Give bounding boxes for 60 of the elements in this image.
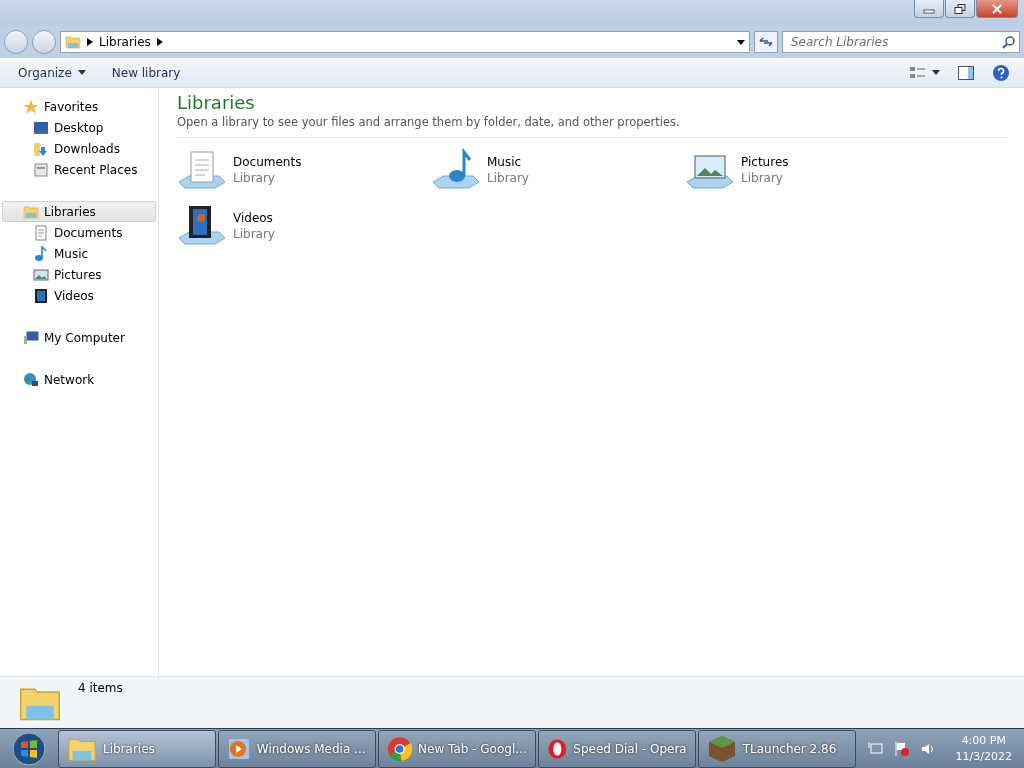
library-name: Videos: [233, 211, 274, 225]
flag-icon[interactable]: [893, 740, 910, 757]
close-icon: [991, 3, 1003, 14]
breadcrumb-link[interactable]: Libraries: [99, 35, 151, 49]
nav-item[interactable]: Desktop: [2, 117, 156, 138]
nav-item[interactable]: Recent Places: [2, 159, 156, 180]
nav-item[interactable]: My Computer: [2, 327, 156, 348]
library-tile[interactable]: Videos Library: [177, 200, 431, 252]
caret-icon: [77, 70, 86, 75]
monitor-icon: [33, 119, 49, 136]
library-name: Documents: [233, 155, 302, 169]
nav-item[interactable]: Network: [2, 369, 156, 390]
film-icon: [33, 287, 49, 304]
item-count: 4 items: [78, 681, 123, 695]
grass-block-icon: [706, 733, 737, 764]
library-tile[interactable]: Documents Library: [177, 144, 431, 196]
nav-item[interactable]: Videos: [2, 285, 156, 306]
library-tile[interactable]: Music Library: [431, 144, 685, 196]
library-type: Library: [233, 171, 276, 185]
nav-item[interactable]: Music: [2, 243, 156, 264]
star-icon: [23, 98, 39, 115]
organize-menu[interactable]: Organize: [8, 61, 96, 84]
nav-item[interactable]: Downloads: [2, 138, 156, 159]
document-icon: [33, 224, 49, 241]
chevron-icon[interactable]: [156, 38, 163, 46]
media-player-icon: [226, 736, 251, 761]
clock[interactable]: 4:00 PM 11/3/2022: [955, 732, 1012, 765]
nav-item[interactable]: Favorites: [2, 96, 156, 117]
music-note-icon: [33, 245, 49, 262]
library-name: Music: [487, 155, 523, 169]
dropdown-icon[interactable]: [737, 39, 745, 45]
nav-item[interactable]: Libraries: [2, 201, 156, 222]
recent-places-icon: [33, 161, 49, 178]
library-tile[interactable]: Pictures Library: [685, 144, 939, 196]
nav-item[interactable]: Pictures: [2, 264, 156, 285]
new-library-button[interactable]: New library: [101, 61, 191, 84]
nav-item[interactable]: Documents: [2, 222, 156, 243]
page-description: Open a library to see your files and arrange them by folder, date, and other properties.: [177, 115, 1006, 138]
search-icon: [1002, 36, 1015, 49]
library-type: Library: [741, 171, 784, 185]
restore-button[interactable]: [945, 0, 975, 18]
library-type: Library: [233, 227, 275, 241]
close-button[interactable]: [976, 0, 1018, 18]
address-bar[interactable]: Libraries: [60, 31, 750, 53]
details-view-icon: [910, 65, 926, 80]
library-type: Library: [487, 171, 529, 185]
picture-icon: [33, 266, 49, 283]
refresh-icon: [759, 36, 773, 48]
download-folder-icon: [33, 140, 49, 157]
computer-icon: [23, 329, 39, 346]
refresh-button[interactable]: [754, 31, 778, 53]
restore-icon: [954, 3, 966, 14]
page-title: Libraries: [177, 92, 256, 113]
network-globe-icon: [23, 371, 39, 388]
library-name: Pictures: [741, 155, 789, 169]
folder-icon: [23, 203, 39, 220]
caret-icon: [932, 70, 940, 75]
chevron-icon[interactable]: [87, 38, 93, 46]
folder-icon: [65, 34, 81, 50]
search-field[interactable]: Search Libraries: [782, 31, 1020, 53]
